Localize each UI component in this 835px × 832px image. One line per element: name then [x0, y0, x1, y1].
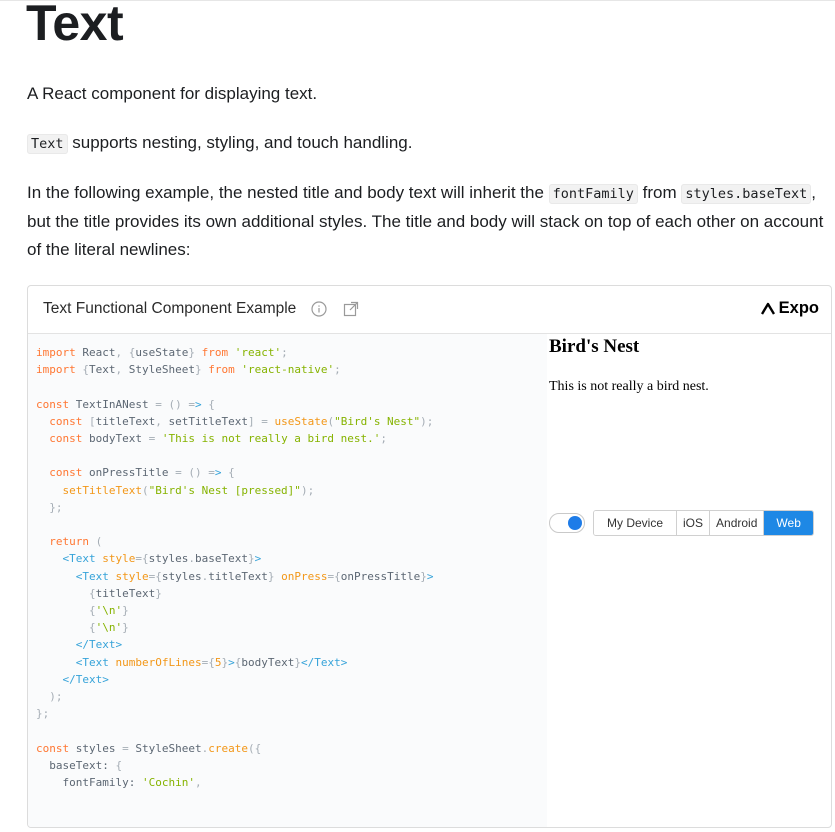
toggle-knob — [568, 516, 582, 530]
platform-my-device[interactable]: My Device — [594, 511, 678, 535]
platform-web[interactable]: Web — [764, 511, 813, 535]
inline-code-basetext: styles.baseText — [681, 184, 812, 204]
platform-android[interactable]: Android — [710, 511, 765, 535]
expo-brand-label: Expo — [778, 299, 819, 317]
snack-embed: Text Functional Component Example Expo i… — [27, 285, 832, 828]
preview-pane: Bird's Nest This is not really a bird ne… — [547, 334, 831, 794]
preview-toggle[interactable] — [549, 513, 585, 533]
desc-part-2: from — [637, 183, 682, 202]
supports-text: supports nesting, styling, and touch han… — [67, 133, 413, 152]
info-icon[interactable] — [311, 301, 327, 317]
expo-logo-icon — [760, 302, 775, 315]
desc-part-1: In the following example, the nested tit… — [27, 183, 549, 202]
inline-code-text: Text — [27, 134, 68, 154]
example-description: In the following example, the nested tit… — [27, 179, 835, 264]
snack-title: Text Functional Component Example — [43, 300, 297, 317]
intro-paragraph: A React component for displaying text. — [27, 84, 318, 103]
expo-brand-link[interactable]: Expo — [760, 299, 819, 318]
code-content[interactable]: import React, {useState} from 'react'; i… — [28, 334, 547, 791]
open-in-new-window-icon[interactable] — [343, 301, 359, 317]
platform-selector: My Device iOS Android Web — [593, 510, 814, 536]
preview-title-text[interactable]: Bird's Nest — [549, 336, 639, 358]
platform-ios[interactable]: iOS — [677, 511, 711, 535]
supports-paragraph: Text supports nesting, styling, and touc… — [27, 129, 835, 158]
page-title: Text — [26, 0, 124, 51]
preview-body-text: This is not really a bird nest. — [549, 379, 709, 394]
top-divider — [0, 0, 835, 1]
platform-toolbar: My Device iOS Android Web — [549, 510, 814, 536]
inline-code-fontfamily: fontFamily — [548, 184, 638, 204]
code-editor[interactable]: import React, {useState} from 'react'; i… — [28, 334, 547, 827]
snack-header: Text Functional Component Example Expo — [28, 286, 831, 334]
